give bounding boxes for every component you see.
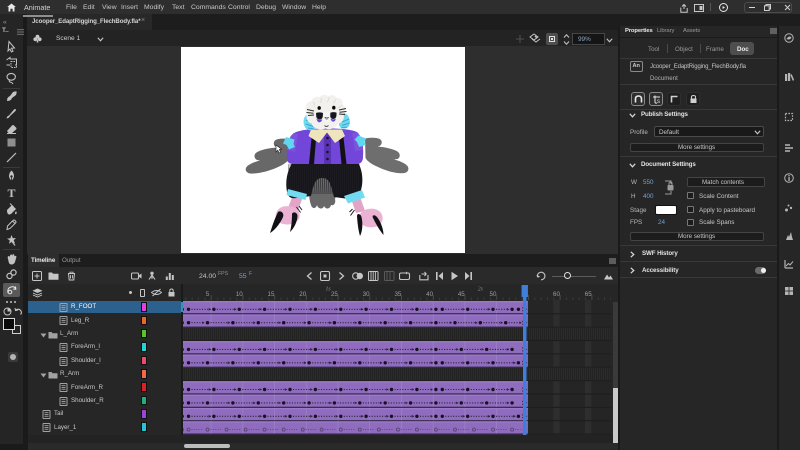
svg-text:1s: 1s [326, 287, 332, 293]
svg-text:20: 20 [299, 291, 306, 298]
svg-text:50: 50 [490, 291, 497, 298]
svg-text:35: 35 [394, 291, 401, 298]
svg-text:65: 65 [585, 291, 592, 298]
svg-text:40: 40 [426, 291, 433, 298]
svg-text:60: 60 [553, 291, 560, 298]
svg-text:10: 10 [236, 291, 243, 298]
svg-text:25: 25 [331, 291, 338, 298]
svg-text:T: T [7, 186, 15, 199]
svg-text:5: 5 [206, 291, 210, 298]
svg-text:15: 15 [268, 291, 275, 298]
svg-text:2s: 2s [478, 287, 484, 293]
svg-text:s: s [657, 99, 660, 105]
svg-text:45: 45 [458, 291, 465, 298]
svg-text:30: 30 [363, 291, 370, 298]
